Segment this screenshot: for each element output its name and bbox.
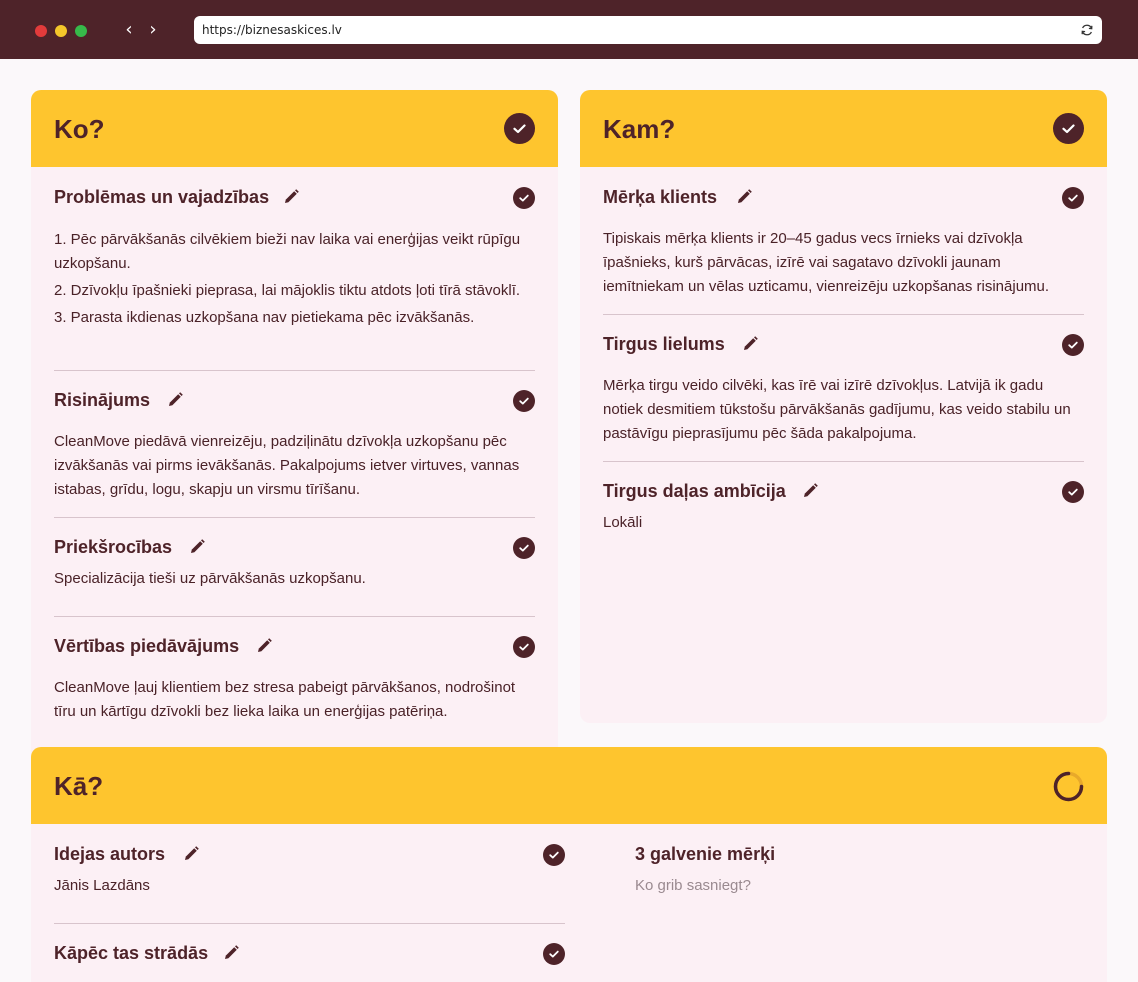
target-client-text: Tipiskais mērķa klients ir 20–45 gadus v… <box>603 230 1050 295</box>
list-item: 1. Pēc pārvākšanās cilvēkiem bieži nav l… <box>54 231 521 272</box>
pencil-edit-icon[interactable] <box>801 482 819 500</box>
check-circle-icon <box>504 113 535 144</box>
pencil-edit-icon[interactable] <box>735 188 753 206</box>
check-circle-icon <box>513 390 535 412</box>
reload-icon[interactable] <box>1080 23 1094 37</box>
market-share-text: Lokāli <box>603 514 643 531</box>
section-title: Tirgus daļas ambīcija <box>603 481 786 501</box>
loading-spinner-icon <box>1052 770 1085 803</box>
list-item: 2. Dzīvokļu īpašnieki pieprasa, lai mājo… <box>54 282 521 299</box>
check-circle-icon <box>513 537 535 559</box>
url-text: https://biznesaskices.lv <box>202 23 342 37</box>
pencil-edit-icon[interactable] <box>741 335 759 353</box>
pencil-edit-icon[interactable] <box>166 391 184 409</box>
section-title: Mērķa klients <box>603 187 718 207</box>
browser-chrome: ‹ › https://biznesaskices.lv <box>0 0 1138 59</box>
pencil-edit-icon[interactable] <box>255 637 273 655</box>
section-title: Risinājums <box>54 390 151 410</box>
problems-list: 1. Pēc pārvākšanās cilvēkiem bieži nav l… <box>54 228 535 333</box>
pencil-edit-icon[interactable] <box>222 944 240 962</box>
check-circle-icon <box>513 636 535 658</box>
divider <box>603 461 1084 462</box>
check-circle-icon <box>513 187 535 209</box>
check-circle-icon <box>1062 334 1084 356</box>
window-close-dot[interactable] <box>35 25 47 37</box>
ka-card: Kā? Idejas autors Jānis Lazdāns Kāpēc ta… <box>31 747 1107 982</box>
window-minimize-dot[interactable] <box>55 25 67 37</box>
section-title: Vērtības piedāvājums <box>54 636 240 656</box>
section-title: Idejas autors <box>54 844 166 864</box>
address-bar[interactable]: https://biznesaskices.lv <box>194 16 1102 44</box>
ka-card-header: Kā? <box>31 747 1107 824</box>
idea-author-text: Jānis Lazdāns <box>54 877 150 894</box>
pencil-edit-icon[interactable] <box>182 845 200 863</box>
list-item: 3. Parasta ikdienas uzkopšana nav pietie… <box>54 309 475 326</box>
advantages-text: Specializācija tieši uz pārvākšanās uzko… <box>54 570 366 587</box>
divider <box>54 616 535 617</box>
section-title: Kāpēc tas strādās <box>54 943 209 963</box>
forward-arrow-icon[interactable]: › <box>145 20 161 40</box>
goals-placeholder[interactable]: Ko grib sasniegt? <box>635 874 1075 898</box>
solution-text: CleanMove piedāvā vienreizēju, padziļinā… <box>54 433 520 498</box>
section-title: 3 galvenie mērķi <box>635 844 776 864</box>
divider <box>54 517 535 518</box>
kam-card-title: Kam? <box>603 114 676 144</box>
ko-card-header: Ko? <box>31 90 558 167</box>
divider <box>603 314 1084 315</box>
ka-card-title: Kā? <box>54 771 104 801</box>
kam-card: Kam? Mērķa klients Tipiskais mērķa klien… <box>580 90 1107 723</box>
divider <box>54 923 565 924</box>
value-proposition-text: CleanMove ļauj klientiem bez stresa pabe… <box>54 679 516 720</box>
back-arrow-icon[interactable]: ‹ <box>121 20 137 40</box>
section-title: Problēmas un vajadzības <box>54 187 270 207</box>
window-maximize-dot[interactable] <box>75 25 87 37</box>
ko-card: Ko? Problēmas un vajadzības 1. Pēc pārvā… <box>31 90 558 770</box>
section-title: Priekšrocības <box>54 537 173 557</box>
divider <box>54 370 535 371</box>
kam-card-header: Kam? <box>580 90 1107 167</box>
check-circle-icon <box>1062 481 1084 503</box>
ko-card-title: Ko? <box>54 114 105 144</box>
check-circle-icon <box>543 943 565 965</box>
section-title: Tirgus lielums <box>603 334 725 354</box>
pencil-edit-icon[interactable] <box>188 538 206 556</box>
check-circle-icon <box>1053 113 1084 144</box>
check-circle-icon <box>543 844 565 866</box>
market-size-text: Mērķa tirgu veido cilvēki, kas īrē vai i… <box>603 377 1071 442</box>
check-circle-icon <box>1062 187 1084 209</box>
pencil-edit-icon[interactable] <box>282 188 300 206</box>
